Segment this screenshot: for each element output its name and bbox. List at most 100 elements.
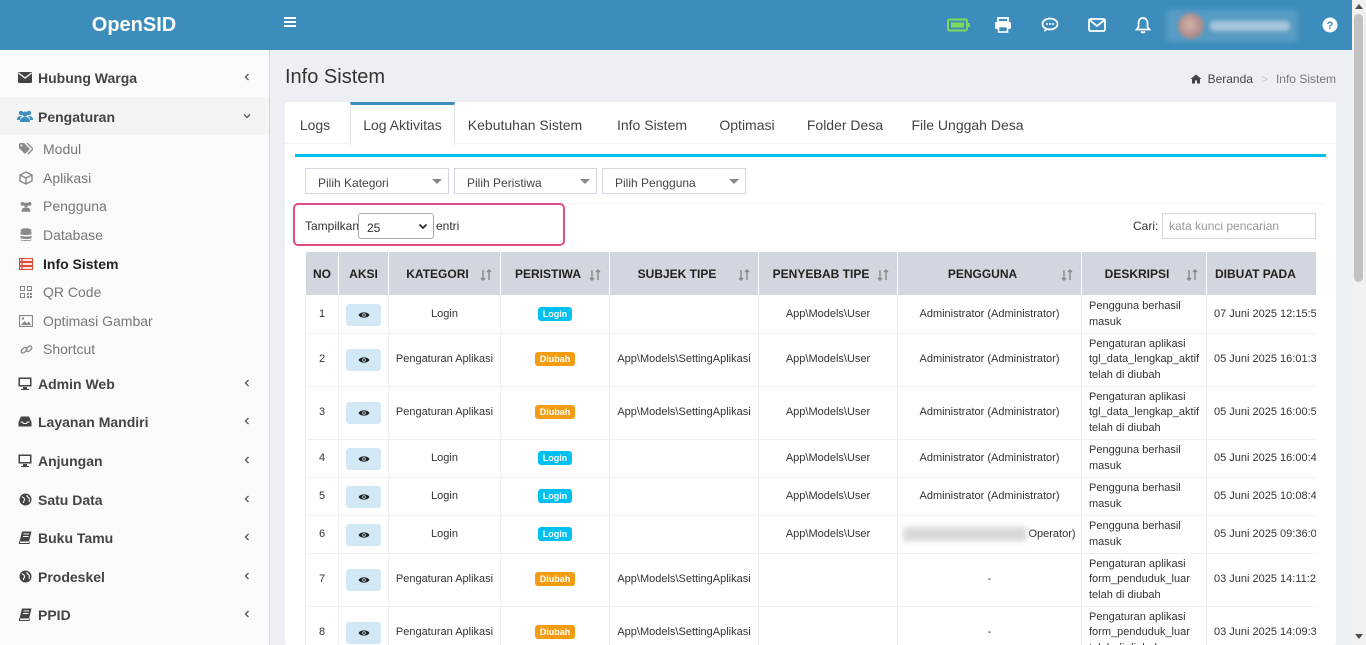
- scroll-down-arrow-icon[interactable]: [1355, 634, 1363, 639]
- page-length-select[interactable]: 25: [358, 213, 434, 239]
- filter-pengguna-select[interactable]: Pilih Pengguna: [602, 168, 746, 194]
- scrollbar-thumb[interactable]: [1354, 14, 1363, 282]
- scroll-up-arrow-icon[interactable]: [1355, 4, 1363, 9]
- view-button[interactable]: [346, 622, 381, 644]
- cell-deskripsi: Pengaturan aplikasi form_penduduk_luar t…: [1081, 606, 1207, 645]
- filter-peristiwa-value: Pilih Peristiwa: [467, 176, 542, 190]
- sidebar-item-modul[interactable]: Modul: [0, 135, 269, 163]
- sidebar-item-buku-tamu[interactable]: Buku Tamu: [0, 518, 269, 556]
- column-header-subjek-tipe[interactable]: SUBJEK TIPE: [609, 251, 759, 296]
- table-row: 6 Login Login App\Models\User Operator) Pengg…: [305, 515, 1316, 554]
- cell-subjek-tipe: App\Models\SettingAplikasi: [609, 386, 759, 440]
- sort-icon[interactable]: [480, 269, 492, 281]
- view-button[interactable]: [346, 349, 381, 371]
- tab-log-aktivitas[interactable]: Log Aktivitas: [350, 102, 455, 145]
- view-button[interactable]: [346, 569, 381, 591]
- sidebar-item-aplikasi[interactable]: Aplikasi: [0, 164, 269, 192]
- view-button[interactable]: [346, 447, 381, 470]
- sidebar-item-satu-data[interactable]: Satu Data: [0, 480, 269, 518]
- sidebar-item-anjungan[interactable]: Anjungan: [0, 441, 269, 479]
- chevron-down-icon: [242, 111, 252, 121]
- filter-kategori-select[interactable]: Pilih Kategori: [305, 168, 449, 194]
- sidebar-item-database[interactable]: Database: [0, 221, 269, 249]
- cell-deskripsi: Pengguna berhasil masuk: [1081, 477, 1207, 516]
- sidebar-item-ppid[interactable]: PPID: [0, 595, 269, 633]
- tab-file-unggah-desa[interactable]: File Unggah Desa: [910, 102, 1025, 145]
- sidebar-item-qr-code[interactable]: QR Code: [0, 278, 269, 306]
- column-header-peristiwa[interactable]: PERISTIWA: [500, 251, 610, 296]
- cell-penyebab-tipe: App\Models\User: [758, 295, 898, 334]
- search-input[interactable]: [1162, 213, 1316, 239]
- desktop-icon: [17, 376, 33, 390]
- comment-icon[interactable]: [1040, 15, 1060, 35]
- cell-dibuat-pada: 05 Juni 2025 10:08:4: [1206, 477, 1316, 516]
- user-menu[interactable]: [1166, 10, 1298, 42]
- page-title: Info Sistem: [285, 66, 386, 88]
- question-circle-icon[interactable]: ?: [1320, 15, 1340, 35]
- column-header-penyebab-tipe[interactable]: PENYEBAB TIPE: [758, 251, 898, 296]
- cell-subjek-tipe: App\Models\SettingAplikasi: [609, 333, 759, 387]
- tab-folder-desa[interactable]: Folder Desa: [800, 102, 890, 145]
- column-header-pengguna[interactable]: PENGGUNA: [897, 251, 1082, 296]
- cell-pengguna: -: [897, 553, 1082, 607]
- sidebar-item-hubung-warga[interactable]: Hubung Warga: [0, 58, 269, 96]
- sort-icon[interactable]: [589, 269, 601, 281]
- users-icon: [19, 199, 33, 213]
- bars-icon[interactable]: [283, 15, 299, 31]
- tab-kebutuhan-sistem[interactable]: Kebutuhan Sistem: [463, 102, 587, 145]
- table-row: 4 Login Login App\Models\User Administrator …: [305, 439, 1316, 478]
- top-navbar: OpenSID ?: [0, 0, 1366, 50]
- view-button[interactable]: [346, 523, 381, 546]
- globe-icon: [17, 569, 33, 583]
- bell-icon[interactable]: [1133, 15, 1153, 35]
- chevron-left-icon: [242, 609, 252, 619]
- filter-peristiwa-select[interactable]: Pilih Peristiwa: [454, 168, 597, 194]
- cell-deskripsi: Pengguna berhasil masuk: [1081, 439, 1207, 478]
- cell-no: 2: [305, 333, 339, 387]
- chevron-left-icon: [242, 455, 252, 465]
- sort-icon[interactable]: [738, 269, 750, 281]
- cell-dibuat-pada: 07 Juni 2025 12:15:5: [1206, 295, 1316, 334]
- sidebar-item-pengguna[interactable]: Pengguna: [0, 192, 269, 220]
- sidebar-item-info-sistem[interactable]: Info Sistem: [0, 250, 269, 278]
- envelope-icon[interactable]: [1087, 15, 1107, 35]
- filter-pengguna-value: Pilih Pengguna: [615, 176, 696, 190]
- column-header-no[interactable]: NO: [305, 251, 339, 296]
- status-badge: Login: [537, 526, 573, 541]
- cell-no: 3: [305, 386, 339, 440]
- view-button[interactable]: [346, 485, 381, 508]
- tab-info-sistem[interactable]: Info Sistem: [607, 102, 697, 145]
- eye-icon: [358, 311, 369, 318]
- breadcrumb-home[interactable]: Beranda: [1208, 72, 1253, 86]
- sort-icon[interactable]: [877, 269, 889, 281]
- sort-icon[interactable]: [1061, 269, 1073, 281]
- tab-optimasi[interactable]: Optimasi: [712, 102, 782, 145]
- printer-icon[interactable]: [993, 15, 1013, 35]
- cell-subjek-tipe: [609, 477, 759, 516]
- sidebar-item-shortcut[interactable]: Shortcut: [0, 335, 269, 363]
- view-button[interactable]: [346, 402, 381, 424]
- sidebar-item-optimasi-gambar[interactable]: Optimasi Gambar: [0, 307, 269, 335]
- cell-kategori: Login: [388, 477, 501, 516]
- column-header-kategori[interactable]: KATEGORI: [388, 251, 501, 296]
- sort-icon[interactable]: [1186, 269, 1198, 281]
- app-logo[interactable]: OpenSID: [0, 0, 270, 50]
- cell-pengguna: -: [897, 606, 1082, 645]
- table-row: 2 Pengaturan Aplikasi Diubah App\Models\Set…: [305, 333, 1316, 387]
- status-badge: Diubah: [534, 572, 576, 587]
- table-header-row: NO AKSI KATEGORI PERISTIWA SUBJEK TIPE P…: [305, 251, 1316, 296]
- battery-icon[interactable]: [947, 15, 971, 35]
- table-row: 8 Pengaturan Aplikasi Diubah App\Models\Set…: [305, 606, 1316, 645]
- column-header-dibuat-pada[interactable]: DIBUAT PADA: [1206, 251, 1316, 296]
- tab-logs[interactable]: Logs: [285, 102, 345, 145]
- sidebar-item-admin-web[interactable]: Admin Web: [0, 364, 269, 402]
- desktop-icon: [17, 453, 33, 467]
- view-button[interactable]: [346, 303, 381, 326]
- chevron-left-icon: [242, 532, 252, 542]
- sidebar-item-pengaturan[interactable]: Pengaturan: [0, 97, 269, 135]
- sidebar-item-layanan-mandiri[interactable]: Layanan Mandiri: [0, 402, 269, 440]
- chevron-left-icon: [242, 378, 252, 388]
- sidebar-item-prodeskel[interactable]: Prodeskel: [0, 557, 269, 595]
- column-header-deskripsi[interactable]: DESKRIPSI: [1081, 251, 1207, 296]
- page-scrollbar[interactable]: [1352, 0, 1366, 645]
